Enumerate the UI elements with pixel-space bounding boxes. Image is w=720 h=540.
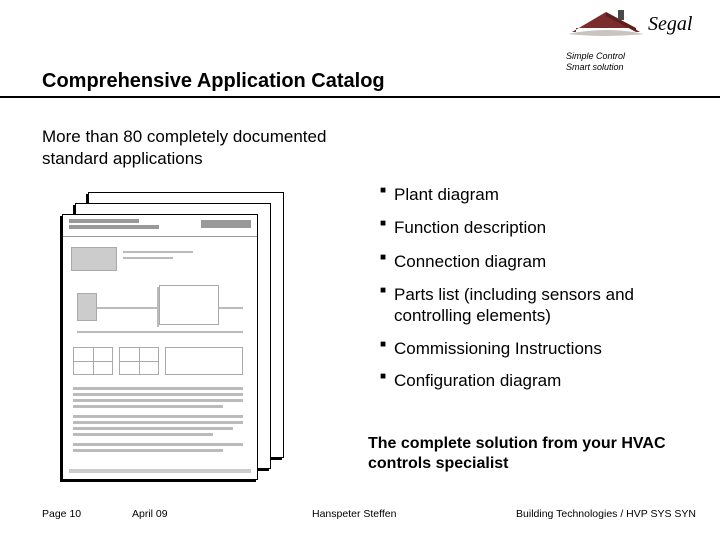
bullet-item: Function description bbox=[380, 217, 700, 238]
bullet-item: Configuration diagram bbox=[380, 370, 700, 391]
title-rule bbox=[0, 96, 720, 98]
bullet-item: Parts list (including sensors and contro… bbox=[380, 284, 700, 327]
stack-page-front bbox=[62, 214, 258, 480]
tagline-line-2: Smart solution bbox=[566, 62, 696, 73]
intro-text: More than 80 completely documented stand… bbox=[42, 126, 342, 170]
document-stack-graphic bbox=[62, 192, 292, 482]
footer-org: Building Technologies / HVP SYS SYN bbox=[486, 508, 696, 520]
footer-author: Hanspeter Steffen bbox=[252, 508, 486, 520]
footer: Page 10 April 09 Hanspeter Steffen Build… bbox=[42, 508, 696, 520]
footer-page: Page 10 bbox=[42, 508, 132, 520]
brand-tagline: Simple Control Smart solution bbox=[566, 51, 696, 73]
svg-text:Segal: Segal bbox=[648, 13, 693, 35]
page-title: Comprehensive Application Catalog bbox=[42, 70, 385, 93]
house-mark-icon: Segal bbox=[566, 8, 696, 48]
brand-logo: Segal Simple Control Smart solution bbox=[566, 8, 696, 62]
bullet-item: Plant diagram bbox=[380, 184, 700, 205]
bullet-item: Commissioning Instructions bbox=[380, 338, 700, 359]
slide: Segal Simple Control Smart solution Comp… bbox=[0, 0, 720, 540]
bullet-item: Connection diagram bbox=[380, 251, 700, 272]
tagline-line-1: Simple Control bbox=[566, 51, 696, 62]
bullet-list: Plant diagram Function description Conne… bbox=[380, 184, 700, 401]
footer-date: April 09 bbox=[132, 508, 252, 520]
closing-statement: The complete solution from your HVAC con… bbox=[368, 434, 708, 474]
